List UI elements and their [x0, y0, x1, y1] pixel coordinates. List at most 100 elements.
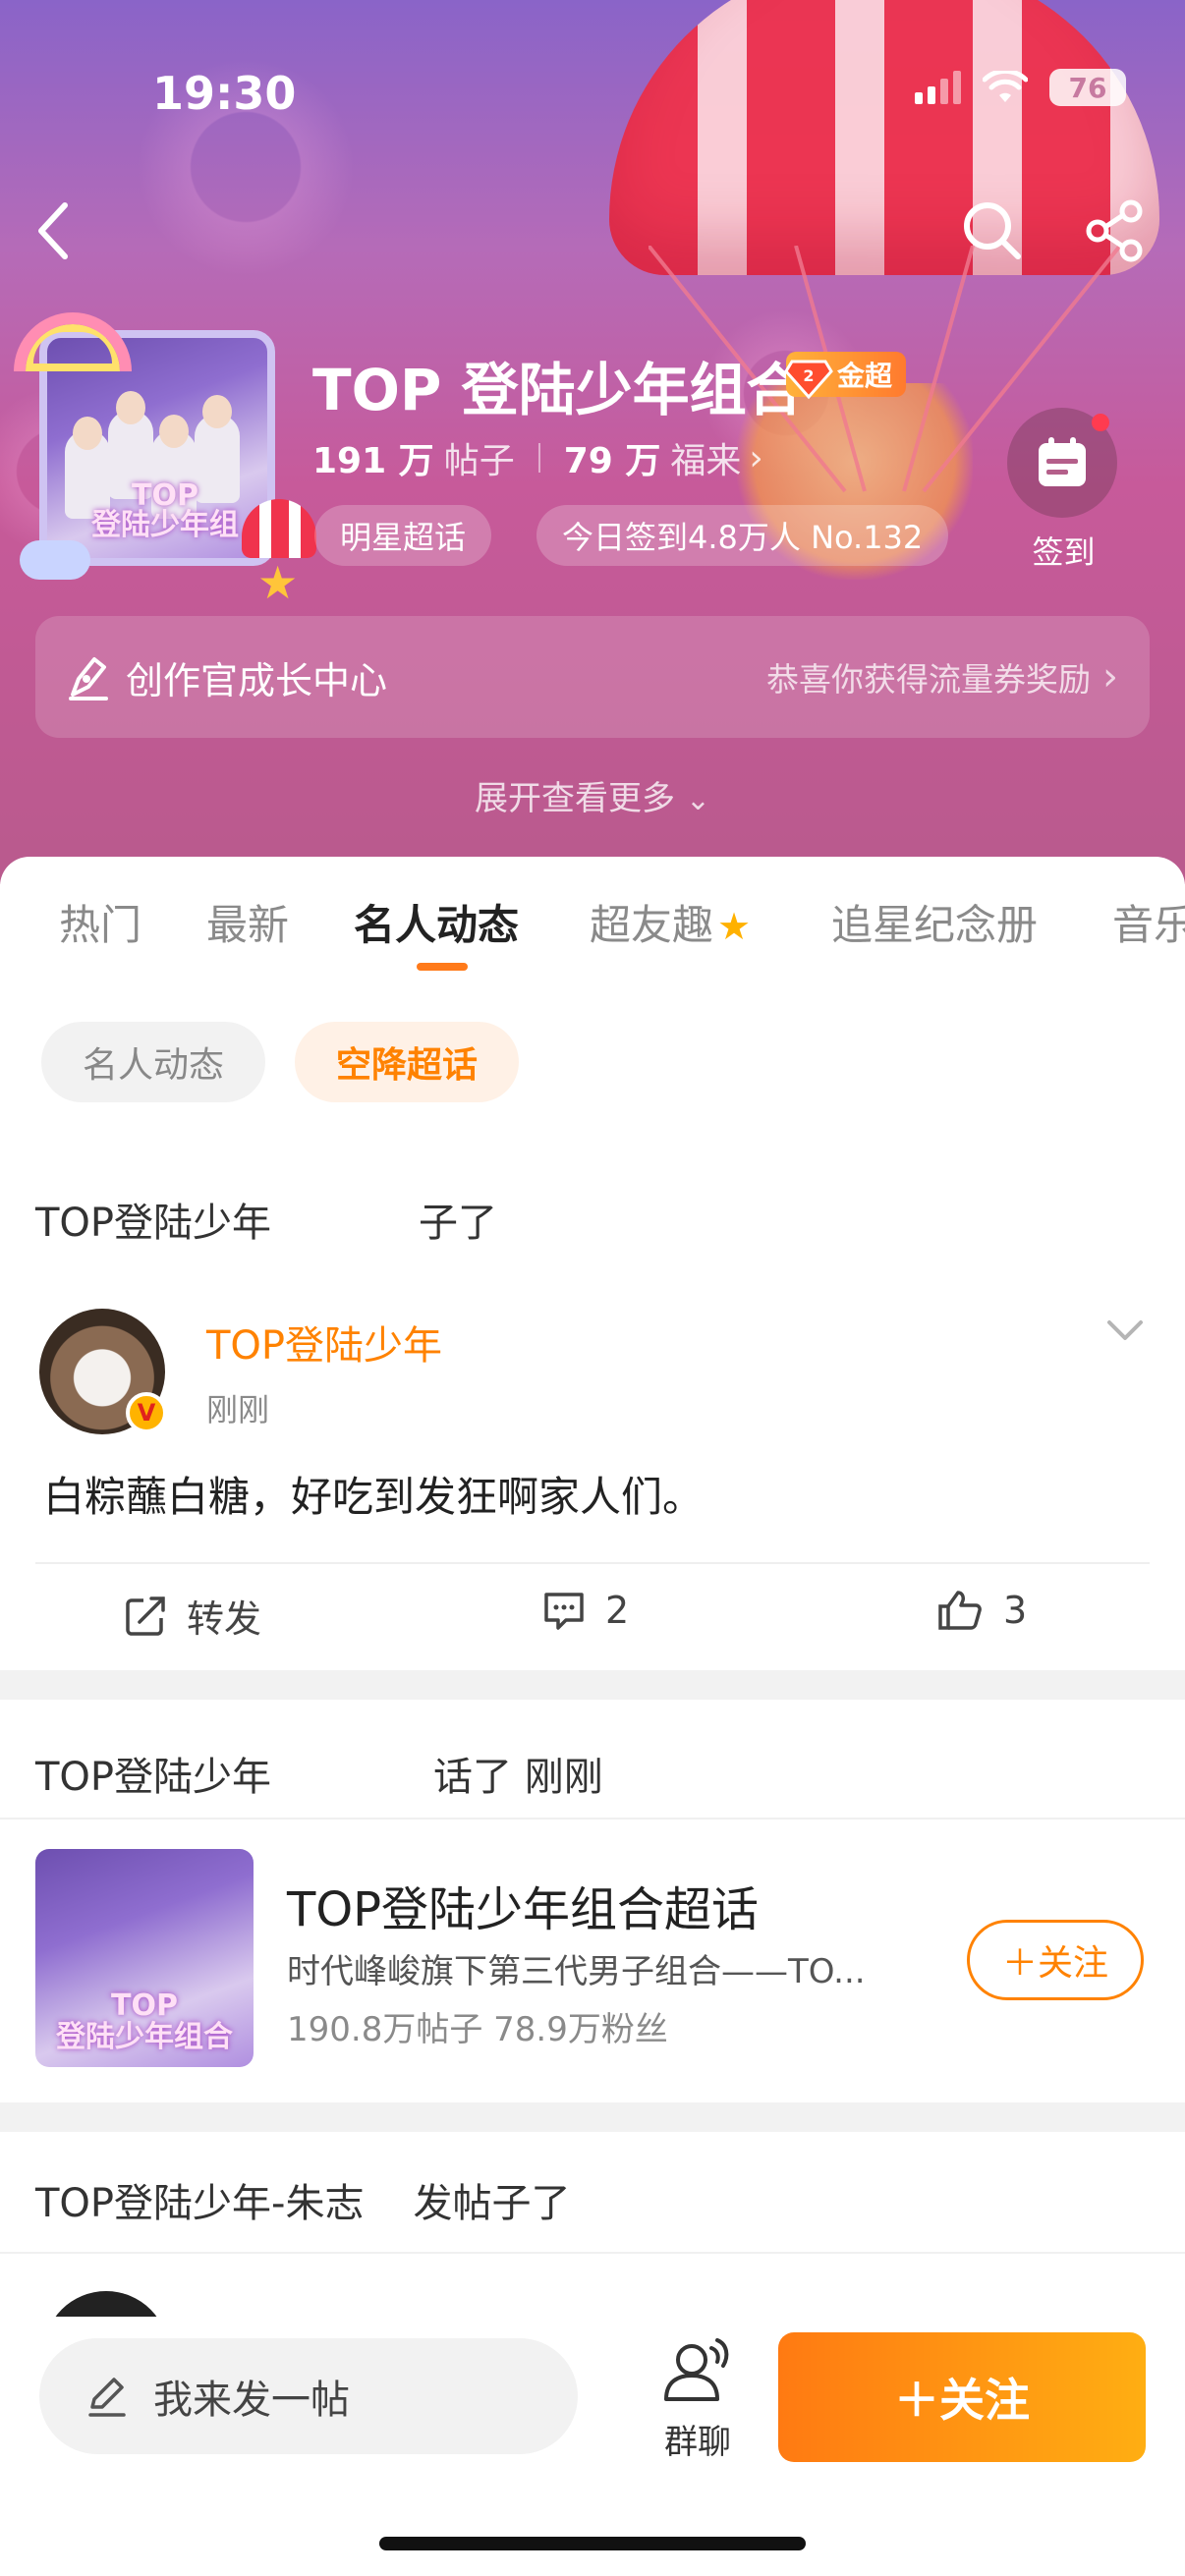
- fortune-label: 福来: [670, 441, 742, 481]
- repost-icon: [126, 1596, 165, 1636]
- svg-text:2: 2: [803, 366, 814, 385]
- stats-divider: [537, 443, 540, 473]
- verified-badge-icon: V: [126, 1392, 167, 1433]
- cellular-signal-icon: [915, 71, 961, 104]
- divider: [0, 2252, 1185, 2254]
- chevron-left-icon: [38, 202, 68, 259]
- like-count: 3: [1003, 1589, 1028, 1632]
- feed-item-source: TOP登陆少年-朱志: [35, 2181, 365, 2226]
- supertopic-card-description: 时代峰峻旗下第三代男子组合——TO...: [287, 1952, 866, 1991]
- compose-post-input[interactable]: 我来发一帖: [39, 2338, 578, 2454]
- creator-reward-text: 恭喜你获得流量券奖励: [766, 660, 1091, 699]
- feed-item-action: 话了 刚刚: [433, 1755, 603, 1800]
- page-title: TOP 登陆少年组合: [312, 357, 804, 423]
- star-supertopic-pill[interactable]: 明星超话: [314, 505, 492, 566]
- supertopic-card-stats: 190.8万帖子 78.9万粉丝: [287, 2010, 668, 2049]
- avatar-caption: TOP 登陆少年组: [91, 478, 239, 542]
- tab-celebrity-updates[interactable]: 名人动态: [354, 892, 519, 952]
- comment-count: 2: [605, 1589, 630, 1632]
- creator-growth-center[interactable]: 创作官成长中心 恭喜你获得流量券奖励 ›: [35, 616, 1150, 738]
- chevron-down-icon: ⌄: [685, 783, 710, 817]
- tab-latest[interactable]: 最新: [206, 892, 289, 952]
- creator-icon: [69, 657, 108, 700]
- share-icon: [1086, 199, 1143, 262]
- signin-rank-pill[interactable]: 今日签到4.8万人 No.132: [536, 505, 949, 566]
- post-body[interactable]: 白粽蘸白糖，好吃到发狂啊家人们。: [43, 1464, 704, 1524]
- repost-label: 转发: [187, 1597, 262, 1641]
- tab-hot[interactable]: 热门: [59, 892, 141, 952]
- post-author[interactable]: TOP登陆少年: [206, 1314, 442, 1371]
- chevron-down-icon: [1107, 1320, 1143, 1340]
- tab-music[interactable]: 音乐: [1112, 892, 1185, 952]
- active-tab-indicator: [417, 963, 468, 971]
- follow-button[interactable]: ＋关注: [778, 2332, 1146, 2462]
- star-icon: ★: [257, 556, 299, 609]
- comment-button[interactable]: 2: [542, 1589, 629, 1632]
- cloud-decoration: [20, 540, 90, 580]
- battery-indicator: 76: [1049, 69, 1126, 106]
- share-button[interactable]: [1076, 196, 1155, 265]
- topic-stats: 191 万 帖子 79 万 福来 ›: [312, 432, 763, 483]
- posts-count: 191 万: [312, 441, 434, 481]
- feed-item-source: TOP登陆少年: [35, 1201, 272, 1246]
- supertopic-card-image[interactable]: TOP 登陆少年组合: [35, 1849, 254, 2067]
- creator-title: 创作官成长中心: [126, 658, 388, 702]
- tab-bar: 热门 最新 名人动态 超友趣 ★ 追星纪念册 音乐: [0, 857, 1185, 984]
- card-image-caption: TOP 登陆少年组合: [56, 1988, 233, 2054]
- posts-label: 帖子: [443, 441, 515, 481]
- expand-label: 展开查看更多: [475, 779, 676, 818]
- feed-item-source: TOP登陆少年: [35, 1755, 272, 1800]
- balloon-decoration: [242, 499, 316, 558]
- calendar-icon: [1039, 437, 1086, 486]
- supertopic-header: 19:30 76 TOP 登陆少年组 ★ TOP 登陆少年组合 2 金超 191…: [0, 0, 1185, 884]
- star-icon: ★: [717, 905, 752, 948]
- repost-button[interactable]: 转发: [124, 1589, 261, 1643]
- badge-label: 金超: [837, 360, 893, 392]
- filter-chip-celebrity[interactable]: 名人动态: [41, 1022, 265, 1102]
- group-chat-icon: [664, 2338, 729, 2401]
- card-follow-button[interactable]: ＋关注: [967, 1920, 1144, 2000]
- comment-icon: [544, 1593, 584, 1630]
- home-indicator[interactable]: [379, 2537, 806, 2550]
- checkin-circle: [1007, 408, 1117, 518]
- status-time: 19:30: [152, 67, 297, 120]
- tab-super-friends[interactable]: 超友趣 ★: [590, 892, 751, 952]
- rainbow-decoration: [14, 312, 132, 371]
- tab-fan-album[interactable]: 追星纪念册: [831, 892, 1038, 952]
- supertopic-avatar[interactable]: TOP 登陆少年组 ★: [14, 312, 316, 609]
- compose-placeholder: 我来发一帖: [153, 2378, 350, 2423]
- section-gap: [0, 1670, 1185, 1700]
- notification-dot: [1092, 414, 1109, 431]
- feed-item-header: TOP登陆少年-朱志 发帖子了: [35, 2171, 570, 2228]
- divider: [35, 1562, 1150, 1564]
- back-button[interactable]: [24, 196, 83, 265]
- expand-more-button[interactable]: 展开查看更多 ⌄: [0, 771, 1185, 819]
- bottom-action-bar: 我来发一帖 群聊 ＋关注: [0, 2317, 1185, 2576]
- divider: [0, 1818, 1185, 1820]
- fortune-link[interactable]: 79 万 福来 ›: [564, 432, 763, 483]
- wifi-icon: [983, 71, 1028, 102]
- diamond-icon: 2: [784, 360, 833, 400]
- search-icon: [964, 202, 1021, 259]
- feed-item-header: TOP登陆少年 话了 刚刚: [35, 1745, 603, 1802]
- search-button[interactable]: [958, 196, 1027, 265]
- group-chat-button[interactable]: 群聊: [644, 2336, 752, 2463]
- tab-label: 超友趣: [590, 901, 714, 949]
- feed-item-action: 子了: [419, 1201, 498, 1246]
- checkin-label: 签到: [1032, 533, 1096, 571]
- feed-item-action: 发帖子了: [413, 2181, 571, 2226]
- post-menu-button[interactable]: [1105, 1318, 1145, 1346]
- supertopic-card-title[interactable]: TOP登陆少年组合超话: [287, 1871, 759, 1939]
- fortune-count: 79 万: [563, 441, 661, 481]
- thumbs-up-icon: [938, 1591, 982, 1630]
- status-indicators: 76: [915, 69, 1126, 106]
- like-button[interactable]: 3: [936, 1589, 1027, 1632]
- post-time: 刚刚: [206, 1391, 270, 1428]
- section-gap: [0, 2102, 1185, 2132]
- feed-item-header: TOP登陆少年 子了: [35, 1191, 497, 1248]
- filter-chip-airdrop[interactable]: 空降超话: [295, 1022, 519, 1102]
- chevron-right-icon: ›: [749, 437, 763, 478]
- group-chat-label: 群聊: [664, 2423, 731, 2462]
- checkin-button[interactable]: 签到: [1007, 408, 1120, 573]
- gold-supertopic-badge[interactable]: 2 金超: [784, 352, 907, 400]
